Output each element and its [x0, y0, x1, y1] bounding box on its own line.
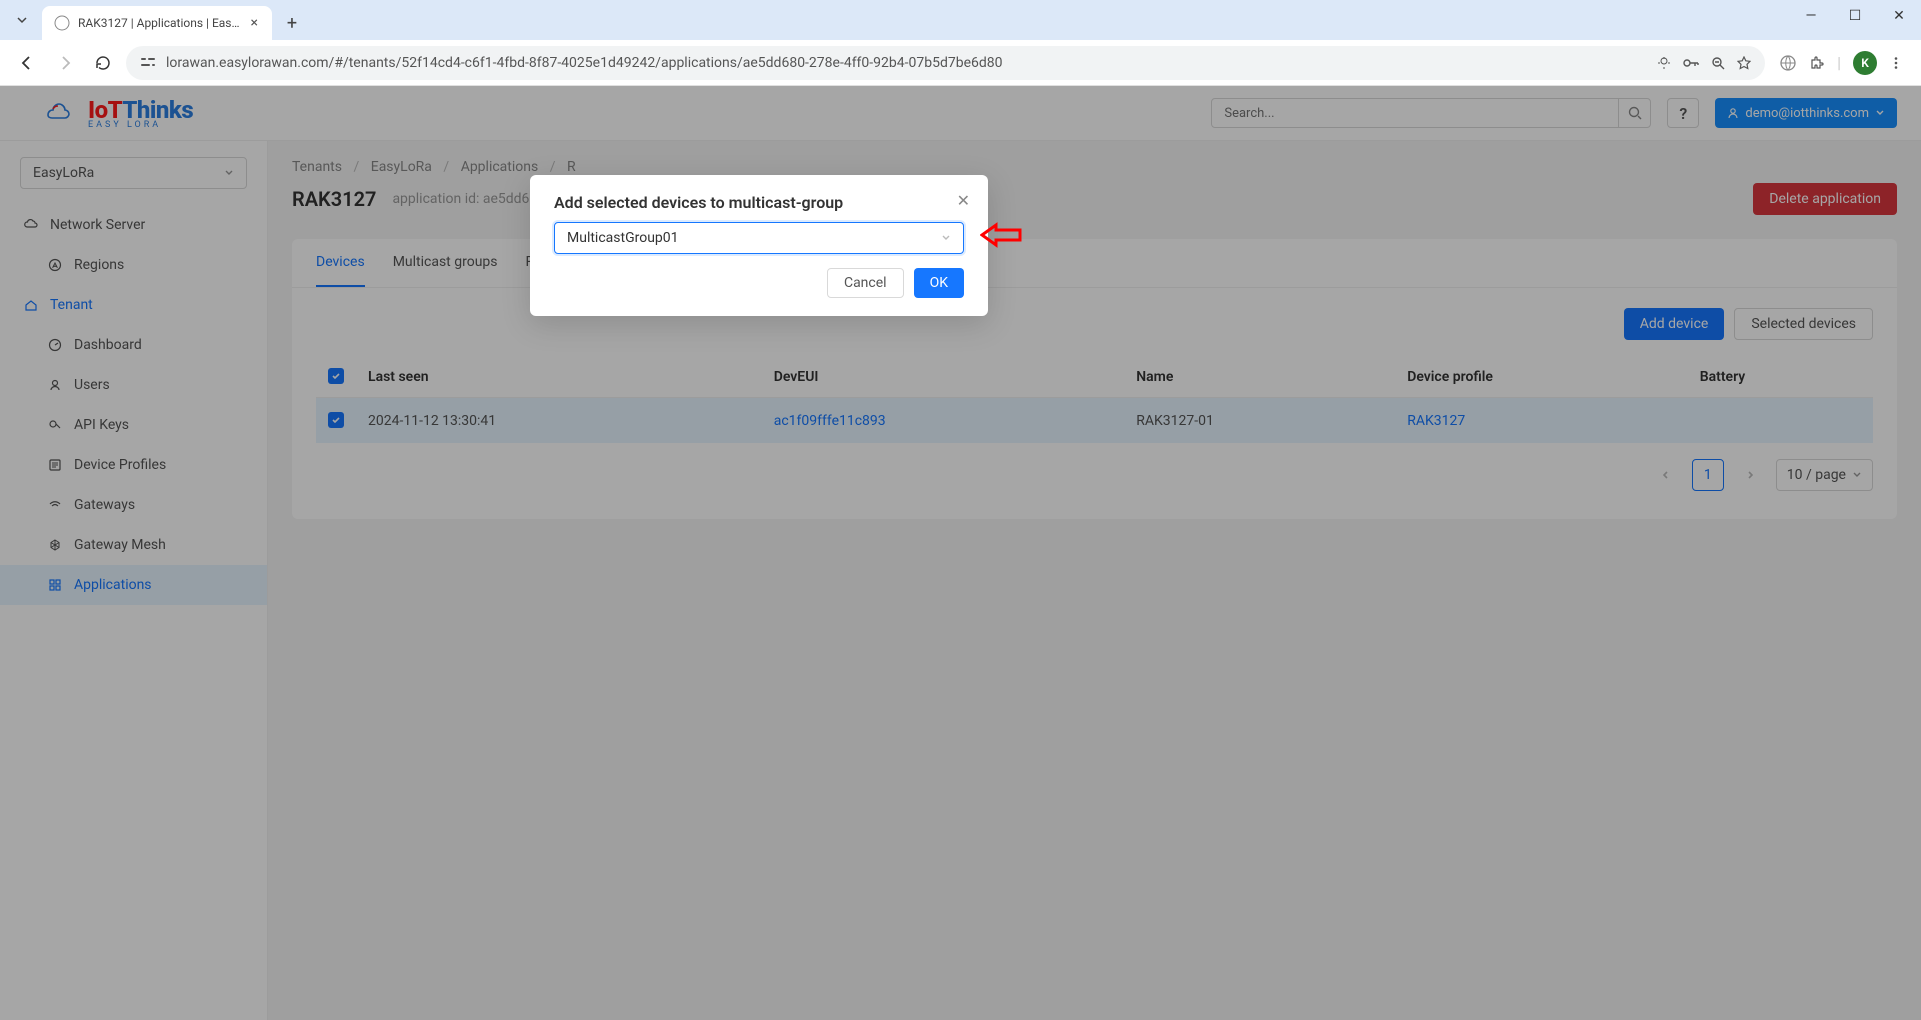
url-text: lorawan.easylorawan.com/#/tenants/52f14c…	[166, 55, 1647, 71]
close-window-icon[interactable]: ✕	[1887, 8, 1911, 24]
extensions-icon[interactable]	[1809, 55, 1825, 71]
modal-title: Add selected devices to multicast-group	[530, 175, 988, 222]
browser-tab[interactable]: RAK3127 | Applications | EasyLo ×	[42, 6, 272, 40]
tabs-dropdown-icon[interactable]	[6, 4, 38, 36]
modal-close-button[interactable]: ✕	[957, 191, 970, 210]
browser-tab-title: RAK3127 | Applications | EasyLo	[78, 16, 243, 30]
window-controls: — ☐ ✕	[1799, 8, 1911, 24]
browser-chrome: RAK3127 | Applications | EasyLo × + — ☐ …	[0, 0, 1921, 86]
multicast-modal: ✕ Add selected devices to multicast-grou…	[530, 175, 988, 316]
minimize-icon[interactable]: —	[1799, 8, 1823, 24]
new-tab-button[interactable]: +	[278, 9, 306, 37]
url-bar[interactable]: lorawan.easylorawan.com/#/tenants/52f14c…	[126, 46, 1765, 80]
location-icon[interactable]	[1657, 56, 1671, 70]
annotation-arrow-icon	[980, 221, 1022, 249]
back-button[interactable]	[12, 48, 42, 78]
close-tab-icon[interactable]: ×	[251, 15, 258, 31]
multicast-group-select[interactable]: MulticastGroup01	[554, 222, 964, 254]
favicon-icon	[54, 15, 70, 31]
maximize-icon[interactable]: ☐	[1843, 8, 1867, 24]
forward-button[interactable]	[50, 48, 80, 78]
key-icon[interactable]	[1683, 57, 1699, 69]
profile-avatar[interactable]: K	[1853, 51, 1877, 75]
browser-toolbar: lorawan.easylorawan.com/#/tenants/52f14c…	[0, 40, 1921, 86]
browser-menu-icon[interactable]	[1889, 56, 1903, 70]
globe-icon[interactable]	[1779, 54, 1797, 72]
ok-button[interactable]: OK	[914, 268, 964, 298]
reload-button[interactable]	[88, 48, 118, 78]
chevron-down-icon	[941, 233, 951, 243]
cancel-button[interactable]: Cancel	[827, 268, 904, 298]
zoom-icon[interactable]	[1711, 56, 1725, 70]
bookmark-star-icon[interactable]	[1737, 56, 1751, 70]
browser-tab-bar: RAK3127 | Applications | EasyLo × + — ☐ …	[0, 0, 1921, 40]
site-settings-icon[interactable]	[140, 56, 156, 70]
